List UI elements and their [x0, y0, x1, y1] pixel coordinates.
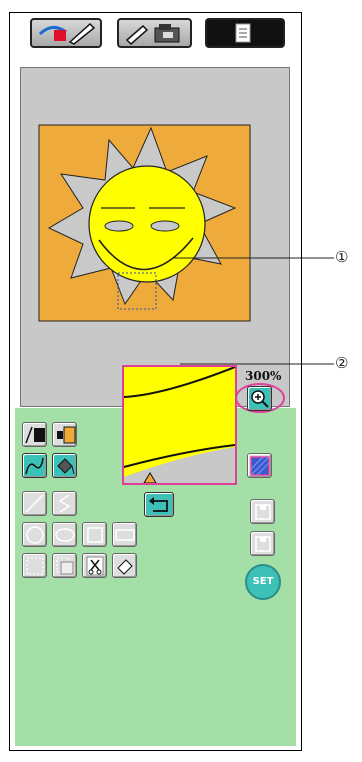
fill-color-icon [57, 426, 76, 444]
floppy-disk-icon [255, 536, 271, 552]
square-icon [87, 527, 103, 543]
ellipse-icon [55, 528, 75, 542]
sun-drawing [38, 124, 251, 322]
line-color-button[interactable] [22, 422, 47, 447]
pattern-icon [250, 456, 270, 476]
rectangle-icon [115, 529, 135, 541]
circle-icon [26, 526, 44, 544]
document-list-icon [235, 23, 251, 43]
ellipse-button[interactable] [52, 522, 77, 547]
memory-button-1[interactable] [250, 499, 275, 524]
undo-icon [149, 497, 168, 512]
zoom-preview[interactable] [122, 365, 237, 485]
pattern-button[interactable] [247, 453, 272, 478]
eraser-icon [117, 559, 133, 575]
stitch-pen-tab[interactable] [117, 18, 192, 48]
dashed-select-icon [26, 557, 44, 575]
list-tab[interactable] [205, 18, 285, 48]
square-button[interactable] [82, 522, 107, 547]
color-pencil-icon [38, 22, 96, 45]
polyline-icon [58, 494, 71, 513]
memory-button-2[interactable] [250, 531, 275, 556]
paint-bucket-icon [57, 458, 75, 475]
select-area-button[interactable] [22, 553, 47, 578]
line-color-pen-tab[interactable] [30, 18, 102, 48]
zoom-button[interactable] [247, 386, 272, 411]
rectangle-button[interactable] [112, 522, 137, 547]
pen-machine-icon [125, 24, 180, 46]
copy-button[interactable] [52, 553, 77, 578]
callout-1: ① [335, 248, 349, 266]
drawing-canvas[interactable] [20, 67, 290, 407]
polyline-button[interactable] [52, 491, 77, 516]
scissors-icon [86, 556, 104, 576]
zoom-in-icon [251, 390, 269, 408]
fill-color-button[interactable] [52, 422, 77, 447]
straight-line-icon [25, 494, 44, 513]
circle-button[interactable] [22, 522, 47, 547]
floppy-disk-icon [255, 504, 271, 520]
set-button[interactable]: SET [245, 564, 281, 600]
zoom-preview-image [123, 366, 236, 484]
zoom-level-label: 300% [245, 369, 282, 383]
cut-button[interactable] [82, 553, 107, 578]
callout-2: ② [335, 354, 349, 372]
screen-frame: 300% SET [9, 12, 302, 751]
undo-button[interactable] [144, 492, 174, 517]
copy-icon [56, 557, 74, 575]
eraser-button[interactable] [112, 553, 137, 578]
line-tool-button[interactable] [22, 453, 47, 478]
straight-line-button[interactable] [22, 491, 47, 516]
pen-icon [25, 457, 44, 475]
paint-tool-button[interactable] [52, 453, 77, 478]
line-color-icon [25, 426, 45, 444]
